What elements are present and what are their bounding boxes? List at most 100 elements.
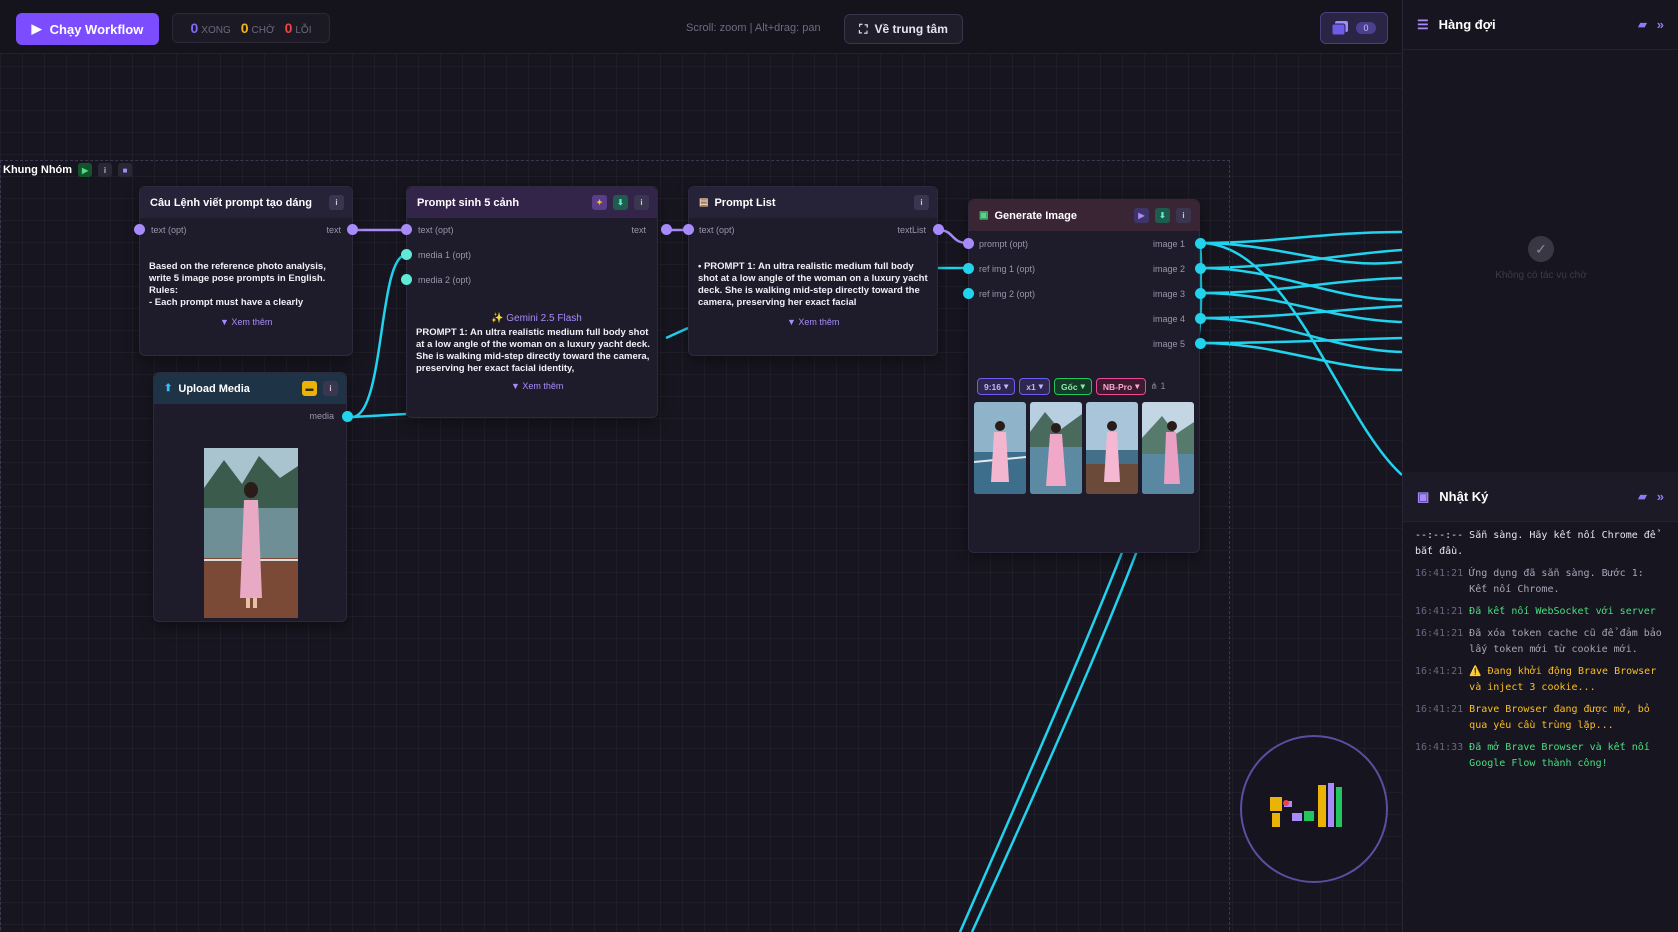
input-port[interactable]	[134, 224, 145, 235]
node-body-text: PROMPT 1: An ultra realistic medium full…	[416, 327, 650, 374]
minimap[interactable]	[1240, 735, 1388, 883]
info-icon[interactable]: i	[634, 195, 649, 210]
input-port[interactable]	[963, 238, 974, 249]
log-entry: 16:41:21 ⚠️ Đang khởi động Brave Browser …	[1415, 664, 1667, 696]
log-text: Đã mở Brave Browser và kết nối Google Fl…	[1469, 742, 1650, 769]
count-select[interactable]: x1 ▾	[1019, 378, 1051, 395]
input-port[interactable]	[401, 249, 412, 260]
wire-out-5	[1199, 336, 1402, 345]
input-port[interactable]	[401, 274, 412, 285]
play-icon: ▶	[31, 21, 42, 36]
output-port[interactable]	[342, 411, 353, 422]
result-thumbnail[interactable]	[974, 402, 1026, 494]
top-toolbar: ▶ Chạy Workflow 0 XONG 0 CHỜ 0 LỖI Scroll: …	[0, 0, 1402, 54]
run-workflow-button[interactable]: ▶ Chạy Workflow	[16, 13, 159, 45]
node-prompt-list[interactable]: ▤ Prompt List i text (opt) textList • PR…	[688, 186, 938, 356]
input-label: media 2 (opt)	[418, 275, 472, 285]
output-port[interactable]	[1195, 338, 1206, 349]
option-chips: 9:16 ▾ x1 ▾ Gốc ▾ NB-Pro ▾ ⋔ 1	[977, 378, 1165, 395]
node-header[interactable]: ▤ Prompt List i	[689, 187, 937, 218]
source-select[interactable]: Gốc ▾	[1054, 378, 1092, 395]
output-label: text	[631, 225, 646, 235]
wire-out-1	[1199, 230, 1402, 245]
list-icon: ☰	[1417, 16, 1429, 32]
uploaded-photo[interactable]	[204, 448, 298, 618]
show-more-link[interactable]: ▼ Xem thêm	[787, 317, 839, 327]
stat-error: 0 LỖI	[284, 20, 312, 36]
node-header[interactable]: Prompt sinh 5 cảnh ✦ ⬇ i	[407, 187, 657, 218]
output-port[interactable]	[1195, 263, 1206, 274]
log-entry: 16:41:33 Đã mở Brave Browser và kết nối G…	[1415, 740, 1667, 772]
log-text: ⚠️ Đang khởi động Brave Browser và injec…	[1469, 666, 1657, 693]
recenter-button[interactable]: ⛶ Về trung tâm	[844, 14, 963, 44]
output-port[interactable]	[933, 224, 944, 235]
output-port[interactable]	[661, 224, 672, 235]
status-counters: 0 XONG 0 CHỜ 0 LỖI	[172, 13, 330, 43]
node-header[interactable]: ▣ Generate Image ▶ ⬇ i	[969, 200, 1199, 231]
play-icon[interactable]: ▶	[1134, 208, 1149, 223]
gallery-button[interactable]: 0	[1320, 12, 1388, 44]
focus-frame-icon: ⛶	[859, 21, 868, 36]
input-label: text (opt)	[699, 225, 735, 235]
download-icon[interactable]: ⬇	[613, 195, 628, 210]
input-port[interactable]	[963, 288, 974, 299]
node-upload-media[interactable]: ⬆ Upload Media ▬ i media	[153, 372, 347, 622]
result-thumbnail[interactable]	[1142, 402, 1194, 494]
wire-out-down	[1199, 241, 1402, 476]
node-scene-prompt[interactable]: Prompt sinh 5 cảnh ✦ ⬇ i text (opt) medi…	[406, 186, 658, 418]
result-thumbnail[interactable]	[1086, 402, 1138, 494]
queue-title: Hàng đợi	[1438, 17, 1496, 32]
input-label: media 1 (opt)	[418, 250, 472, 260]
queue-empty-text: Không có tác vụ chờ	[1495, 270, 1587, 281]
node-prompt-writer[interactable]: Câu Lệnh viết prompt tạo dáng i text (op…	[139, 186, 353, 356]
clear-queue-icon[interactable]: ▰	[1638, 18, 1646, 31]
sparkle-icon[interactable]: ✦	[592, 195, 607, 210]
log-text: --:--:-- Sẵn sàng. Hãy kết nối Chrome để…	[1415, 530, 1656, 557]
info-icon[interactable]: i	[914, 195, 929, 210]
group-header: Khung Nhóm ▶ i ■	[3, 163, 133, 177]
group-info-button[interactable]: i	[98, 163, 113, 177]
collapse-icon[interactable]: »	[1657, 17, 1664, 32]
input-port[interactable]	[683, 224, 694, 235]
output-port[interactable]	[347, 224, 358, 235]
log-entry: 16:41:21 Brave Browser đang được mở, bỏ q…	[1415, 702, 1667, 734]
node-header[interactable]: Câu Lệnh viết prompt tạo dáng i	[140, 187, 352, 218]
minimap-preview	[1270, 783, 1342, 827]
log-timestamp: 16:41:21	[1415, 628, 1464, 639]
log-timestamp: 16:41:33	[1415, 742, 1464, 753]
group-color-button[interactable]: ■	[118, 163, 133, 177]
output-port[interactable]	[1195, 313, 1206, 324]
log-entry: --:--:-- Sẵn sàng. Hãy kết nối Chrome để…	[1415, 528, 1667, 560]
output-port[interactable]	[1195, 238, 1206, 249]
output-label: image 2	[1152, 264, 1185, 274]
input-label: ref img 2 (opt)	[979, 289, 1036, 299]
output-label: image 5	[1152, 339, 1185, 349]
log-entry: 16:41:21 Đã xóa token cache cũ để đảm bảo…	[1415, 626, 1667, 658]
node-generate-image[interactable]: ▣ Generate Image ▶ ⬇ i prompt (opt) ref …	[968, 199, 1200, 553]
output-label: image 4	[1152, 314, 1185, 324]
group-title: Khung Nhóm	[3, 164, 73, 176]
workflow-canvas[interactable]: ▶ Chạy Workflow 0 XONG 0 CHỜ 0 LỖI Scroll: …	[0, 0, 1402, 932]
log-entry: 16:41:21 Đã kết nối WebSocket với server	[1415, 604, 1667, 620]
folder-icon[interactable]: ▬	[302, 381, 317, 396]
result-thumbnail[interactable]	[1030, 402, 1082, 494]
show-more-link[interactable]: ▼ Xem thêm	[511, 381, 563, 391]
aspect-ratio-select[interactable]: 9:16 ▾	[977, 378, 1016, 395]
node-header[interactable]: ⬆ Upload Media ▬ i	[154, 373, 346, 404]
model-select[interactable]: NB-Pro ▾	[1095, 378, 1147, 395]
show-more-link[interactable]: ▼ Xem thêm	[220, 317, 272, 327]
info-icon[interactable]: i	[323, 381, 338, 396]
output-port[interactable]	[1195, 288, 1206, 299]
download-icon[interactable]: ⬇	[1155, 208, 1170, 223]
input-port[interactable]	[401, 224, 412, 235]
log-text: Đã xóa token cache cũ để đảm bảo lấy tok…	[1469, 628, 1662, 655]
node-body-text: Based on the reference photo analysis, w…	[149, 261, 326, 308]
group-run-button[interactable]: ▶	[78, 163, 93, 177]
log-panel: ▣ Nhật Ký ▰ » --:--:-- Sẵn sàng. Hãy kết…	[1402, 472, 1678, 932]
output-label: image 1	[1152, 239, 1185, 249]
info-icon[interactable]: i	[329, 195, 344, 210]
info-icon[interactable]: i	[1176, 208, 1191, 223]
log-text: Brave Browser đang được mở, bỏ qua yêu c…	[1469, 704, 1650, 731]
node-title: Upload Media	[178, 382, 250, 395]
input-port[interactable]	[963, 263, 974, 274]
